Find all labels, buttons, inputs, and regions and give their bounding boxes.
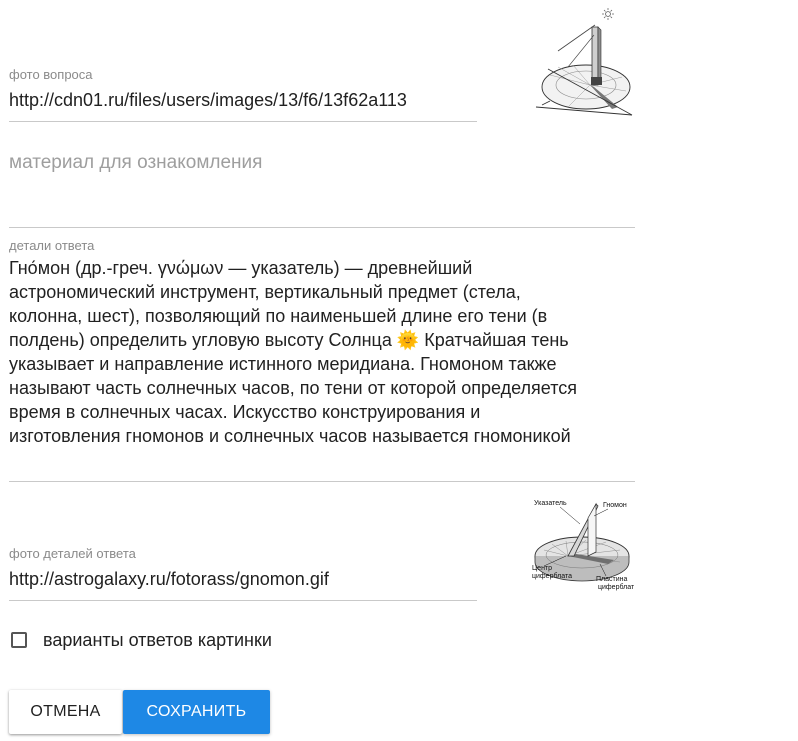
photo-answer-input[interactable]: http://astrogalaxy.ru/fotorass/gnomon.gi… xyxy=(9,567,477,591)
photo-question-label: фото вопроса xyxy=(9,67,93,82)
answer-details-label: детали ответа xyxy=(9,238,95,253)
diagram-label-plate-2: циферблата xyxy=(598,583,634,591)
image-answers-checkbox[interactable] xyxy=(11,632,27,648)
photo-answer-underline xyxy=(9,600,477,601)
photo-answer-field[interactable]: фото деталей ответа http://astrogalaxy.r… xyxy=(9,546,477,591)
question-photo-thumbnail xyxy=(528,5,636,117)
photo-question-field[interactable]: фото вопроса http://cdn01.ru/files/users… xyxy=(9,67,477,112)
answer-photo-thumbnail: Указатель Гномон Центр циферблата Пласти… xyxy=(530,494,638,592)
answer-details-textarea[interactable]: Гно́мон (др.-греч. γνώμων — указатель) —… xyxy=(9,256,635,448)
answer-details-field[interactable]: детали ответа Гно́мон (др.-греч. γνώμων … xyxy=(9,238,635,448)
gnomon-diagram-image: Указатель Гномон Центр циферблата Пласти… xyxy=(532,500,638,591)
photo-answer-label: фото деталей ответа xyxy=(9,546,136,561)
image-answers-checkbox-label: варианты ответов картинки xyxy=(43,629,272,650)
photo-question-input[interactable]: http://cdn01.ru/files/users/images/13/f6… xyxy=(9,88,477,112)
material-input[interactable]: материал для ознакомления xyxy=(9,151,262,175)
material-underline xyxy=(9,227,635,228)
diagram-label-gnomon: Гномон xyxy=(603,502,627,509)
diagram-label-pointer: Указатель xyxy=(534,500,567,507)
photo-question-underline xyxy=(9,121,477,122)
diagram-label-center-1: Центр xyxy=(532,565,552,572)
diagram-label-center-2: циферблата xyxy=(532,572,572,580)
diagram-label-plate-1: Пластина xyxy=(596,576,627,583)
image-answers-checkbox-row[interactable]: варианты ответов картинки xyxy=(11,628,272,652)
save-button[interactable]: СОХРАНИТЬ xyxy=(123,690,270,734)
cancel-button[interactable]: ОТМЕНА xyxy=(9,690,122,734)
answer-details-underline xyxy=(9,481,635,482)
sundial-image xyxy=(535,8,633,116)
